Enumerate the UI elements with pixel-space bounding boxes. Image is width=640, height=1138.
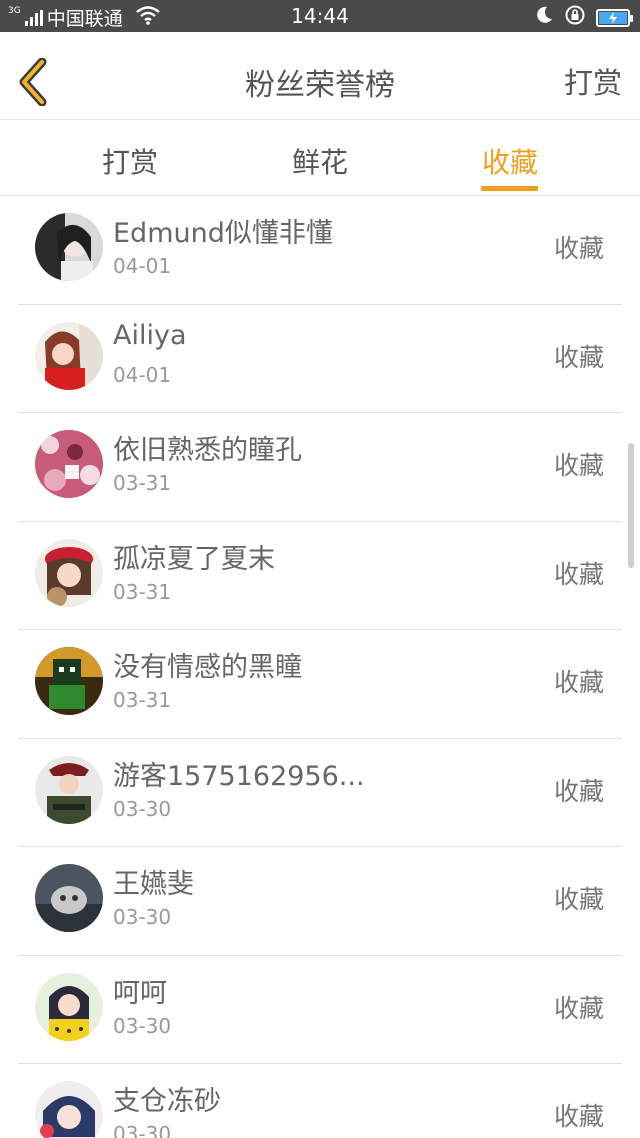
avatar	[35, 213, 103, 281]
item-date: 03-30	[113, 796, 172, 821]
avatar	[35, 755, 103, 824]
action-label: 收藏	[553, 342, 604, 372]
item-date: 03-31	[113, 471, 172, 495]
tab-favorites[interactable]: 收藏	[482, 141, 538, 181]
action-label: 收藏	[553, 776, 604, 806]
item-date: 03-31	[113, 688, 172, 712]
avatar	[35, 321, 103, 390]
reward-button[interactable]: 打赏	[564, 60, 622, 102]
item-date: 03-30	[113, 1013, 172, 1038]
avatar	[35, 864, 103, 932]
list-item[interactable]: Edmund似懂非懂 04-01 收藏	[18, 196, 622, 305]
moon-icon	[534, 5, 554, 30]
avatar	[35, 1081, 103, 1138]
item-date: 03-30	[113, 1122, 172, 1138]
action-label: 收藏	[553, 234, 604, 263]
tab-reward[interactable]: 打赏	[102, 141, 158, 181]
action-label: 收藏	[553, 993, 604, 1023]
list-item[interactable]: 王嬿斐 03-30 收藏	[18, 847, 622, 956]
rotation-lock-icon	[564, 4, 586, 31]
list-item[interactable]: 呵呵 03-30 收藏	[18, 956, 622, 1064]
action-label: 收藏	[553, 668, 604, 697]
battery-icon	[596, 8, 633, 27]
nav-header: 粉丝荣誉榜 打赏	[0, 32, 640, 120]
action-label: 收藏	[553, 885, 604, 914]
user-name: 呵呵	[113, 977, 167, 1009]
user-name: Ailiya	[113, 319, 187, 351]
avatar	[35, 430, 103, 498]
list-item[interactable]: 没有情感的黑瞳 03-31 收藏	[18, 630, 622, 739]
scrollbar[interactable]	[628, 443, 634, 568]
user-name: 游客1575162956...	[113, 760, 365, 792]
item-date: 04-01	[113, 362, 172, 387]
user-name: 支仓冻砂	[113, 1086, 221, 1117]
action-label: 收藏	[553, 451, 604, 480]
fan-list: Edmund似懂非懂 04-01 收藏 Ailiya 04-01 收藏 依旧熟悉…	[0, 196, 640, 1138]
avatar	[35, 538, 103, 607]
action-label: 收藏	[553, 1102, 604, 1131]
page-title: 粉丝荣誉榜	[245, 68, 395, 103]
user-name: 没有情感的黑瞳	[113, 652, 302, 683]
item-date: 04-01	[113, 254, 172, 278]
list-item[interactable]: 孤凉夏了夏末 03-31 收藏	[18, 522, 622, 630]
action-label: 收藏	[553, 559, 604, 589]
active-tab-indicator	[481, 186, 538, 191]
list-item[interactable]: 依旧熟悉的瞳孔 03-31 收藏	[18, 413, 622, 522]
user-name: 王嬿斐	[113, 869, 194, 900]
avatar	[35, 972, 103, 1041]
tab-bar: 打赏 鲜花 收藏	[0, 121, 640, 196]
user-name: 孤凉夏了夏末	[113, 543, 275, 575]
avatar	[35, 647, 103, 715]
list-item[interactable]: 支仓冻砂 03-30 收藏	[18, 1064, 622, 1138]
item-date: 03-31	[113, 579, 172, 604]
user-name: Edmund似懂非懂	[113, 218, 333, 249]
status-bar: 3G 中国联通 14:44	[0, 0, 640, 32]
list-item[interactable]: 游客1575162956... 03-30 收藏	[18, 739, 622, 847]
tab-flowers[interactable]: 鲜花	[292, 141, 348, 181]
list-item[interactable]: Ailiya 04-01 收藏	[18, 305, 622, 413]
item-date: 03-30	[113, 905, 172, 929]
user-name: 依旧熟悉的瞳孔	[113, 435, 302, 466]
